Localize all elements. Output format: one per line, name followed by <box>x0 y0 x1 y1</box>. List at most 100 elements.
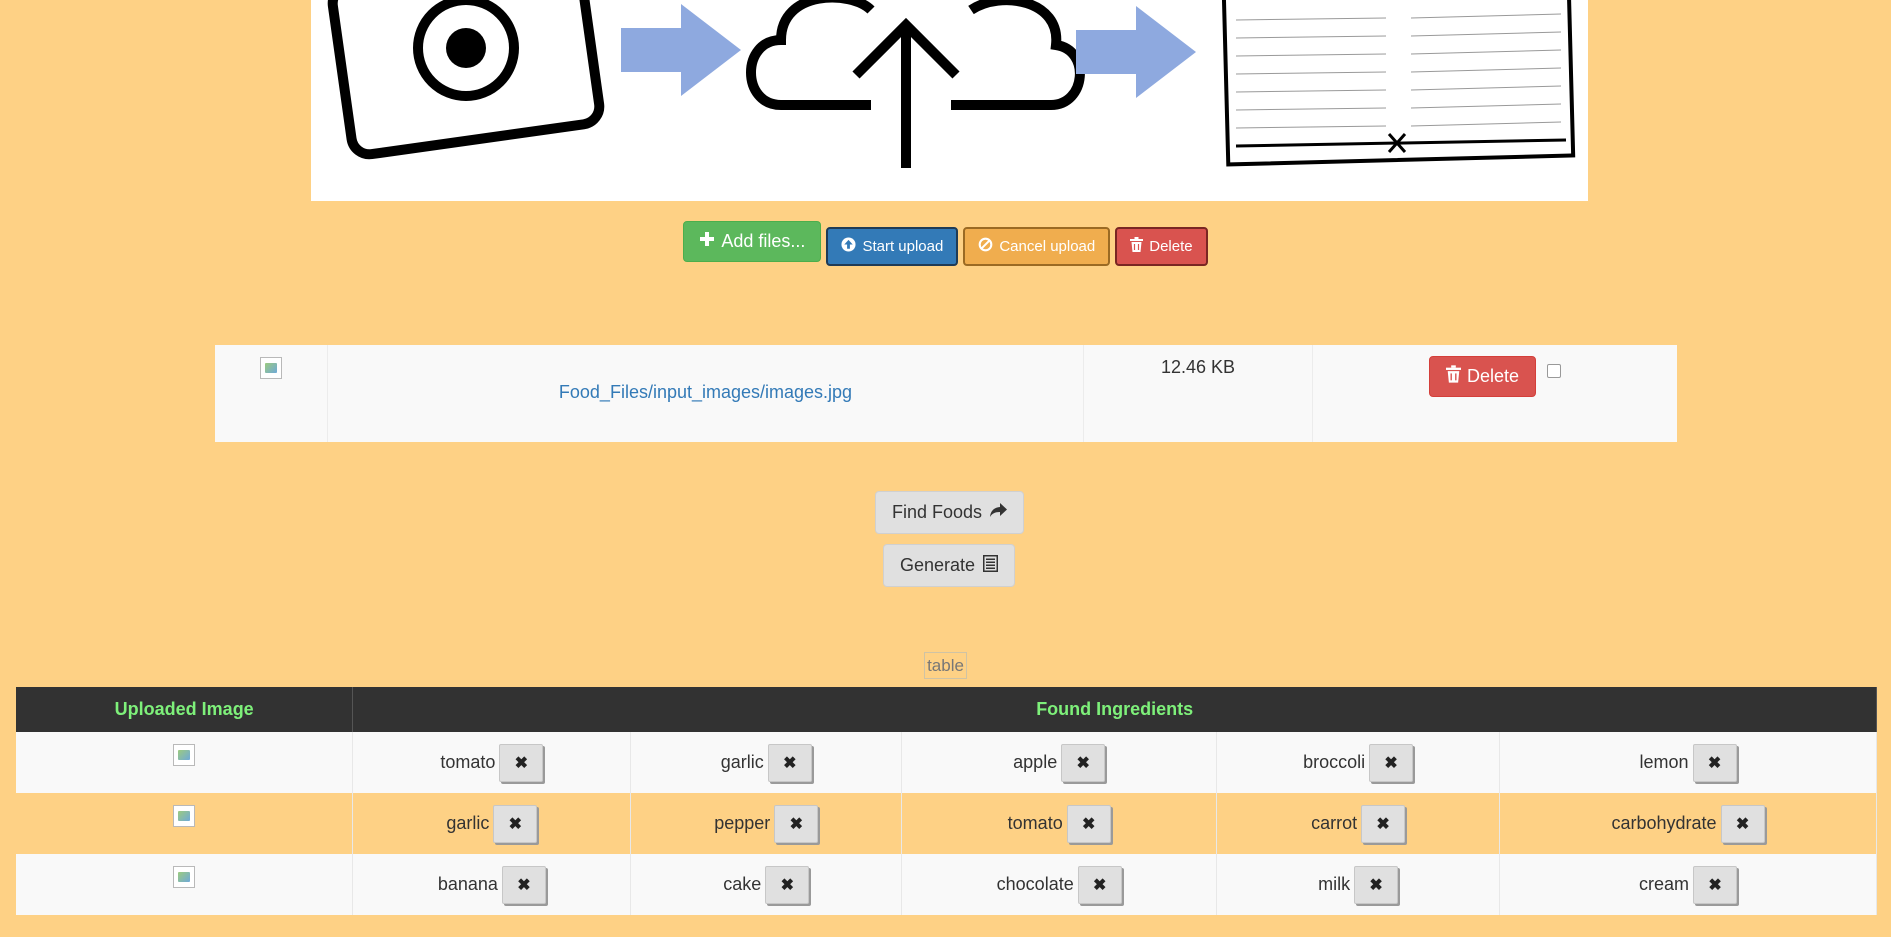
close-icon: ✖ <box>783 754 797 772</box>
file-thumbnail-image <box>260 357 282 379</box>
generate-button[interactable]: Generate <box>883 544 1016 587</box>
ingredient-label: cream <box>1639 874 1690 894</box>
ingredients-table: Uploaded Image Found Ingredients tomato ✖… <box>16 687 1877 915</box>
arrow-right-icon <box>1076 6 1196 98</box>
file-list-row: Food_Files/input_images/images.jpg 12.46… <box>215 345 1677 442</box>
ingredient-label: apple <box>1013 752 1058 772</box>
add-files-button[interactable]: Add files... <box>683 221 822 262</box>
ingredient-label: broccoli <box>1303 752 1366 772</box>
delete-all-label: Delete <box>1149 238 1193 255</box>
ingredient-label: tomato <box>440 752 496 772</box>
remove-ingredient-button[interactable]: ✖ <box>499 743 544 782</box>
delete-file-label: Delete <box>1467 366 1520 386</box>
plus-icon <box>699 231 715 252</box>
table-row: banana ✖ cake ✖ chocolate ✖ milk ✖ cream ✖ <box>16 854 1877 915</box>
ingredient-cell: garlic ✖ <box>630 732 903 793</box>
found-ingredients-header: Found Ingredients <box>352 687 1877 732</box>
arrow-right-icon <box>621 4 741 96</box>
ingredient-cell: tomato ✖ <box>901 793 1218 854</box>
close-icon: ✖ <box>1707 754 1722 772</box>
remove-ingredient-button[interactable]: ✖ <box>1354 865 1399 904</box>
ingredient-cell: carbohydrate ✖ <box>1499 793 1877 854</box>
ingredient-label: banana <box>437 874 498 894</box>
find-foods-button[interactable]: Find Foods <box>875 491 1025 534</box>
generate-label: Generate <box>900 555 976 575</box>
start-upload-button[interactable]: Start upload <box>826 227 959 266</box>
close-icon: ✖ <box>1082 815 1096 833</box>
process-banner-image <box>311 0 1588 201</box>
close-icon: ✖ <box>1735 815 1750 833</box>
ingredient-label: milk <box>1318 874 1351 894</box>
trash-icon <box>1130 237 1144 256</box>
ingredient-label: pepper <box>714 813 771 833</box>
share-arrow-icon <box>990 502 1008 523</box>
close-icon: ✖ <box>517 876 531 894</box>
ingredient-cell: pepper ✖ <box>630 793 903 854</box>
remove-ingredient-button[interactable]: ✖ <box>1077 865 1122 904</box>
table-row: tomato ✖ garlic ✖ apple ✖ broccoli ✖ lemon ✖ <box>16 732 1877 793</box>
file-thumbnail-cell <box>215 345 328 442</box>
uploaded-image-cell <box>16 854 354 915</box>
file-size: 12.46 KB <box>1160 357 1236 377</box>
find-foods-label: Find Foods <box>892 502 983 522</box>
close-icon: ✖ <box>1384 754 1398 772</box>
ingredient-label: carbohydrate <box>1611 813 1717 833</box>
ingredient-label: garlic <box>720 752 764 772</box>
ingredient-label: tomato <box>1007 813 1063 833</box>
remove-ingredient-button[interactable]: ✖ <box>774 804 819 843</box>
uploaded-image-header: Uploaded Image <box>16 687 354 732</box>
close-icon: ✖ <box>1093 876 1107 894</box>
close-icon: ✖ <box>514 754 529 772</box>
ingredient-cell: broccoli ✖ <box>1216 732 1501 793</box>
ingredient-label: carrot <box>1311 813 1358 833</box>
table-row: garlic ✖ pepper ✖ tomato ✖ carrot ✖ carbohyd… <box>16 793 1877 854</box>
ingredient-cell: apple ✖ <box>901 732 1218 793</box>
ingredient-cell: milk ✖ <box>1216 854 1501 915</box>
delete-all-button[interactable]: Delete <box>1115 227 1208 266</box>
trash-icon <box>1446 365 1461 388</box>
remove-ingredient-button[interactable]: ✖ <box>767 743 812 782</box>
ingredient-cell: lemon ✖ <box>1499 732 1877 793</box>
ingredient-label: lemon <box>1639 752 1689 772</box>
file-size-cell: 12.46 KB <box>1084 345 1313 442</box>
uploaded-image-cell <box>16 732 354 793</box>
remove-ingredient-button[interactable]: ✖ <box>1369 743 1414 782</box>
remove-ingredient-button[interactable]: ✖ <box>1692 743 1737 782</box>
close-icon: ✖ <box>1369 876 1383 894</box>
uploaded-image <box>173 805 196 827</box>
cancel-upload-label: Cancel upload <box>999 238 1096 255</box>
close-icon: ✖ <box>508 815 523 833</box>
close-icon: ✖ <box>780 876 794 894</box>
file-name-cell: Food_Files/input_images/images.jpg <box>328 345 1084 442</box>
file-select-checkbox[interactable] <box>1547 364 1561 378</box>
remove-ingredient-button[interactable]: ✖ <box>1061 743 1106 782</box>
ingredient-label: garlic <box>446 813 490 833</box>
remove-ingredient-button[interactable]: ✖ <box>1361 804 1406 843</box>
remove-ingredient-button[interactable]: ✖ <box>493 804 538 843</box>
ingredient-cell: garlic ✖ <box>352 793 632 854</box>
uploaded-image <box>173 744 196 766</box>
uploaded-image <box>173 866 196 888</box>
upload-circle-icon <box>841 237 856 256</box>
start-upload-label: Start upload <box>862 238 944 255</box>
ingredient-cell: banana ✖ <box>352 854 632 915</box>
remove-ingredient-button[interactable]: ✖ <box>765 865 810 904</box>
close-icon: ✖ <box>1708 876 1722 894</box>
remove-ingredient-button[interactable]: ✖ <box>1066 804 1111 843</box>
table-caption: table <box>924 652 967 679</box>
ingredient-cell: tomato ✖ <box>352 732 632 793</box>
ingredient-label: chocolate <box>996 874 1074 894</box>
close-icon: ✖ <box>1076 754 1090 772</box>
ingredient-cell: cake ✖ <box>630 854 903 915</box>
file-name-link[interactable]: Food_Files/input_images/images.jpg <box>328 382 1083 403</box>
remove-ingredient-button[interactable]: ✖ <box>1720 804 1765 843</box>
add-files-label: Add files... <box>721 231 806 251</box>
close-icon: ✖ <box>1376 815 1390 833</box>
remove-ingredient-button[interactable]: ✖ <box>501 865 546 904</box>
delete-file-button[interactable]: Delete <box>1429 356 1537 397</box>
remove-ingredient-button[interactable]: ✖ <box>1693 865 1738 904</box>
cancel-upload-button[interactable]: Cancel upload <box>963 227 1111 266</box>
file-actions-cell: Delete <box>1313 345 1677 442</box>
camera-icon <box>327 0 605 160</box>
ingredient-cell: carrot ✖ <box>1216 793 1501 854</box>
